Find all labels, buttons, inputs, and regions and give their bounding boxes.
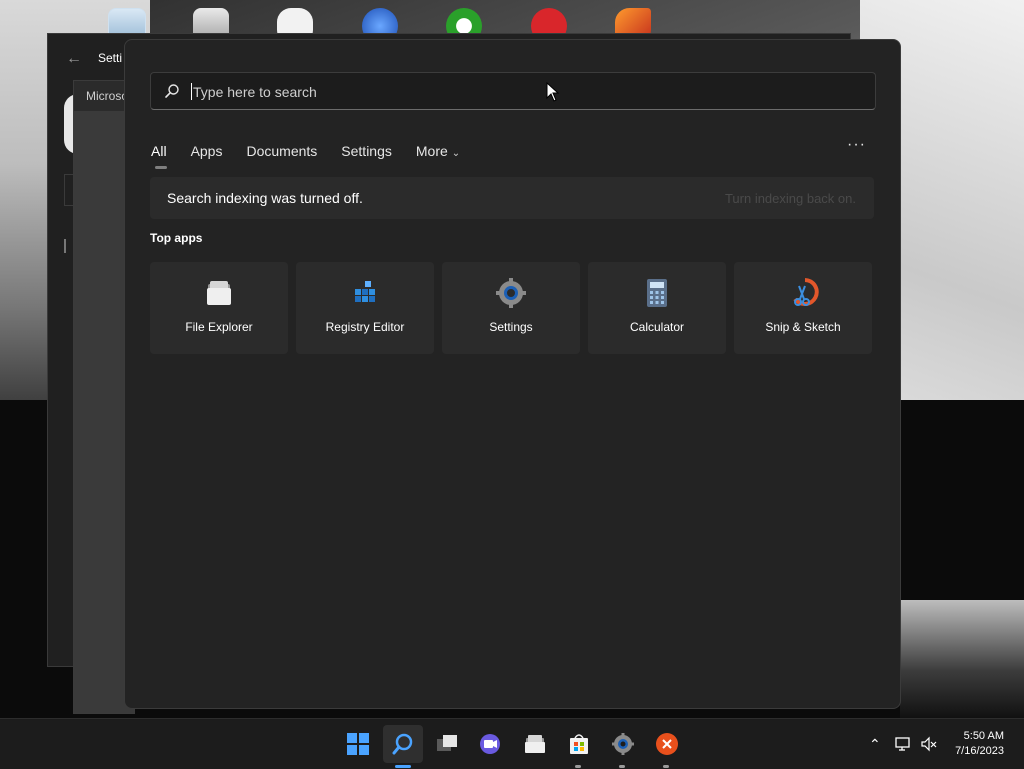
app-tile-snip-sketch[interactable]: Snip & Sketch <box>734 262 872 354</box>
tab-more[interactable]: More ⌄ <box>416 143 460 159</box>
chat-icon <box>480 734 500 754</box>
close-app-icon <box>656 733 678 755</box>
snip-sketch-icon <box>793 278 819 306</box>
desktop-background-shadow <box>900 600 1024 718</box>
app-tile-registry-editor[interactable]: Registry Editor <box>296 262 434 354</box>
store-icon <box>570 734 588 754</box>
search-box[interactable] <box>150 72 876 111</box>
clock-date: 7/16/2023 <box>955 745 1004 757</box>
tab-label: More <box>415 143 448 159</box>
close-app-button[interactable] <box>647 725 687 768</box>
mouse-cursor-icon <box>546 82 560 102</box>
chevron-down-icon: ⌄ <box>451 148 461 159</box>
clock-time: 5:50 AM <box>963 730 1004 742</box>
tab-label: Documents <box>246 143 318 159</box>
task-view-icon <box>437 735 457 751</box>
search-input[interactable] <box>191 73 855 111</box>
clock[interactable]: 5:50 AM 7/16/2023 <box>955 729 1004 759</box>
taskbar: ⌃ 5:50 AM 7/16/2023 <box>0 718 1024 769</box>
search-flyout: All Apps Documents Settings More⌄ ··· Se… <box>124 39 901 709</box>
app-tile-settings[interactable]: Settings <box>442 262 580 354</box>
app-tile-file-explorer[interactable]: File Explorer <box>150 262 288 354</box>
top-apps-list: File Explorer Registry Editor Settings C… <box>150 262 876 354</box>
settings-taskbar-button[interactable] <box>603 725 643 768</box>
registry-editor-icon <box>355 281 375 302</box>
back-arrow-icon[interactable]: ← <box>66 50 82 68</box>
tab-all[interactable]: All <box>151 143 167 169</box>
active-tab-indicator <box>155 166 167 169</box>
tab-label: All <box>151 143 167 159</box>
network-icon[interactable] <box>895 736 913 752</box>
settings-window-title: Setti <box>98 51 123 65</box>
indexing-notice: Search indexing was turned off. Turn ind… <box>150 177 874 219</box>
notice-text: Search indexing was turned off. <box>167 190 363 206</box>
settings-gear-icon <box>496 278 526 308</box>
settings-gear-icon <box>612 733 634 755</box>
app-label: File Explorer <box>185 320 253 334</box>
start-button[interactable] <box>338 725 378 763</box>
text-caret <box>191 83 192 100</box>
tab-apps[interactable]: Apps <box>191 143 223 159</box>
calculator-icon <box>647 279 667 307</box>
volume-muted-icon[interactable] <box>920 736 938 752</box>
app-label: Settings <box>489 320 533 334</box>
turn-indexing-on-link[interactable]: Turn indexing back on. <box>725 191 856 206</box>
app-label: Snip & Sketch <box>765 320 841 334</box>
chat-button[interactable] <box>470 725 510 763</box>
app-label: Registry Editor <box>325 320 405 334</box>
search-icon <box>165 84 179 98</box>
start-icon <box>347 733 369 755</box>
task-view-button[interactable] <box>427 725 467 763</box>
tab-settings[interactable]: Settings <box>341 143 392 159</box>
file-explorer-icon <box>207 281 231 305</box>
file-explorer-icon <box>525 735 545 753</box>
panel-label: Microso <box>86 89 129 103</box>
tab-label: Settings <box>341 143 392 159</box>
tab-documents[interactable]: Documents <box>246 143 317 159</box>
taskbar-search-button[interactable] <box>383 725 423 768</box>
chevron-up-icon[interactable]: ⌃ <box>869 736 881 753</box>
tab-label: Apps <box>190 143 223 159</box>
search-icon <box>392 733 413 755</box>
app-label: Calculator <box>629 320 685 334</box>
file-explorer-button[interactable] <box>515 725 555 763</box>
nav-indicator <box>64 239 66 253</box>
store-button[interactable] <box>559 725 599 768</box>
search-tabs: All Apps Documents Settings More ⌄ <box>151 136 484 169</box>
more-options-button[interactable]: ··· <box>847 136 866 154</box>
top-apps-title: Top apps <box>150 231 203 245</box>
app-tile-calculator[interactable]: Calculator <box>588 262 726 354</box>
